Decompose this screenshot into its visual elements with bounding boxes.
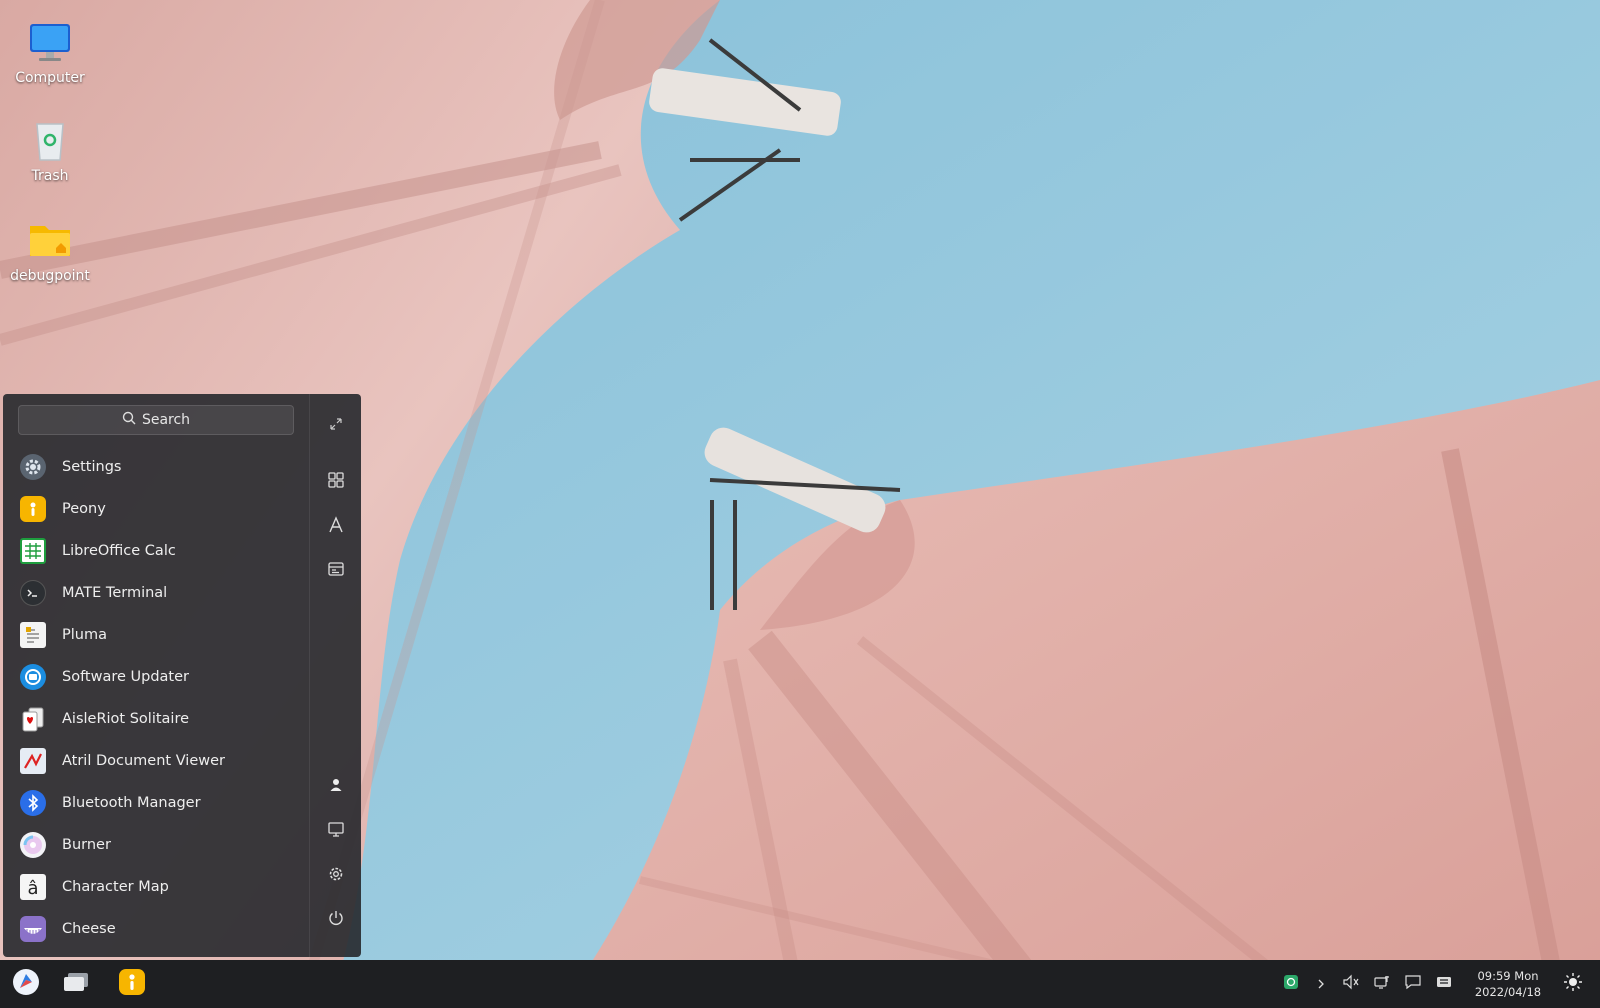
desktop-icon-trash[interactable]: Trash [0, 118, 100, 184]
clock[interactable]: 09:59 Mon 2022/04/18 [1468, 968, 1548, 1000]
bluetooth-icon [20, 790, 46, 816]
character-map-icon: â [20, 874, 46, 900]
libreoffice-calc-icon [20, 538, 46, 564]
pluma-icon [20, 622, 46, 648]
taskbar-app-peony[interactable] [112, 966, 152, 1002]
terminal-icon [20, 580, 46, 606]
menu-sidebar [311, 394, 361, 957]
volume-muted-icon [1342, 974, 1360, 994]
category-icon [327, 560, 345, 582]
app-item-mate-terminal[interactable]: MATE Terminal [3, 572, 309, 614]
user-icon [328, 777, 344, 797]
trash-icon [27, 118, 73, 164]
computer-icon [327, 820, 345, 842]
start-menu: Search Settings Peony LibreOffice Calc M… [3, 394, 361, 957]
user-button[interactable] [319, 770, 353, 804]
app-item-atril-document-viewer[interactable]: Atril Document Viewer [3, 740, 309, 782]
app-item-aisleriot-solitaire[interactable]: AisleRiot Solitaire [3, 698, 309, 740]
clock-time: 09:59 Mon [1477, 969, 1539, 983]
sun-icon [1563, 972, 1583, 996]
expand-icon [328, 416, 344, 436]
tray-volume[interactable] [1341, 974, 1361, 994]
solitaire-icon [20, 706, 46, 732]
message-icon [1404, 974, 1422, 994]
letter-sort-button[interactable] [319, 510, 353, 544]
gear-icon [327, 865, 345, 887]
tray-updater[interactable] [1281, 974, 1301, 994]
peony-icon [118, 968, 146, 1000]
app-item-pluma[interactable]: Pluma [3, 614, 309, 656]
computer-button[interactable] [319, 814, 353, 848]
expand-button[interactable] [319, 409, 353, 443]
tray-night-mode[interactable] [1563, 972, 1583, 996]
input-method-icon [1435, 974, 1453, 994]
app-item-burner[interactable]: Burner [3, 824, 309, 866]
app-item-peony[interactable]: Peony [3, 488, 309, 530]
start-menu-button[interactable] [6, 966, 46, 1002]
multitask-view-icon [62, 971, 90, 997]
letter-sort-icon [327, 516, 345, 538]
power-button[interactable] [319, 903, 353, 937]
tray-notifications[interactable] [1403, 974, 1423, 994]
search-icon [122, 411, 136, 429]
grid-view-icon [327, 471, 345, 493]
computer-icon [27, 20, 73, 66]
app-item-settings[interactable]: Settings [3, 446, 309, 488]
tray-network[interactable] [1372, 974, 1392, 994]
app-item-software-updater[interactable]: Software Updater [3, 656, 309, 698]
search-label: Search [141, 412, 191, 428]
clock-date: 2022/04/18 [1474, 985, 1542, 999]
tray-expand[interactable] [1311, 974, 1331, 994]
settings-button[interactable] [319, 859, 353, 893]
app-list: Settings Peony LibreOffice Calc MATE Ter… [3, 446, 309, 950]
app-list-panel: Search Settings Peony LibreOffice Calc M… [3, 394, 309, 957]
desktop-icon-computer[interactable]: Computer [0, 20, 100, 86]
settings-icon [20, 454, 46, 480]
app-item-cheese[interactable]: Cheese [3, 908, 309, 950]
update-notifier-icon [1283, 974, 1299, 994]
app-item-bluetooth-manager[interactable]: Bluetooth Manager [3, 782, 309, 824]
power-icon [327, 909, 345, 931]
chevron-right-icon [1315, 975, 1327, 994]
app-item-libreoffice-calc[interactable]: LibreOffice Calc [3, 530, 309, 572]
home-folder-icon [27, 218, 73, 264]
multitask-view-button[interactable] [56, 966, 96, 1002]
svg-text:â: â [27, 878, 38, 899]
tray-keyboard[interactable] [1434, 974, 1454, 994]
peony-icon [20, 496, 46, 522]
desktop-icon-debugpoint[interactable]: debugpoint [0, 218, 100, 284]
category-button[interactable] [319, 554, 353, 588]
menu-divider [309, 394, 310, 957]
software-updater-icon [20, 664, 46, 690]
all-apps-button[interactable] [319, 465, 353, 499]
taskbar: 09:59 Mon 2022/04/18 [0, 960, 1600, 1008]
cheese-icon [20, 916, 46, 942]
burner-icon [20, 832, 46, 858]
app-item-character-map[interactable]: â Character Map [3, 866, 309, 908]
network-icon [1373, 974, 1391, 994]
atril-icon [20, 748, 46, 774]
kylin-logo-icon [12, 968, 40, 1000]
search-input[interactable]: Search [18, 405, 294, 435]
